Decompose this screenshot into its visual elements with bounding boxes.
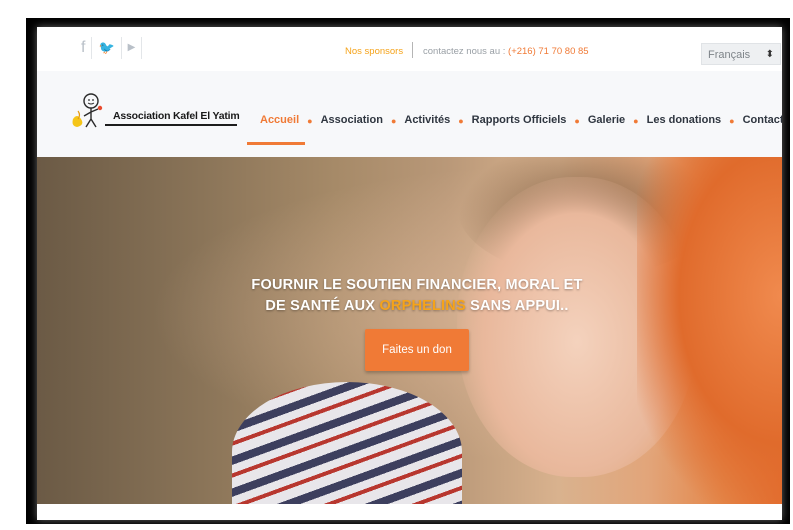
page-bottom-edge	[37, 504, 782, 520]
bullet-icon: ●	[307, 116, 313, 126]
bullet-icon: ●	[574, 116, 580, 126]
language-select[interactable]: Français ⬍	[701, 43, 781, 65]
nav-item-association[interactable]: Association	[321, 114, 383, 126]
child-logo-icon	[72, 93, 103, 128]
hero-line-2-suffix: SANS APPUI..	[465, 298, 569, 314]
bullet-icon: ●	[390, 116, 397, 126]
bullet-icon: ●	[633, 116, 639, 126]
screenshot-frame: f 🐦 ▶ Nos sponsors contactez nous au : (…	[26, 18, 790, 524]
hero-line-2-prefix: DE SANTÉ AUX	[265, 298, 380, 314]
divider	[412, 42, 413, 58]
chevron-updown-icon: ⬍	[765, 49, 774, 60]
social-links: f 🐦 ▶	[75, 37, 143, 59]
hero-line-1: FOURNIR LE SOUTIEN FINANCIER, MORAL ET	[251, 277, 583, 293]
logo-underline	[105, 124, 237, 126]
sponsors-link[interactable]: Nos sponsors	[345, 46, 403, 57]
active-nav-indicator	[247, 142, 305, 145]
language-value: Français	[708, 49, 751, 61]
brand-name: Association Kafel El Yatim	[113, 110, 240, 122]
contact-info: contactez nous au : (+216) 71 70 80 85	[423, 46, 589, 57]
hero-image-arm	[637, 157, 782, 504]
contact-phone[interactable]: (+216) 71 70 80 85	[508, 46, 589, 57]
nav-item-rapports[interactable]: Rapports Officiels	[472, 114, 567, 126]
donate-button[interactable]: Faites un don	[365, 329, 469, 371]
hero-highlight: ORPHELINS	[379, 298, 466, 314]
nav-item-donations[interactable]: Les donations	[647, 114, 722, 126]
hero-line-2: DE SANTÉ AUX ORPHELINS SANS APPUI..	[227, 296, 607, 317]
nav-item-accueil[interactable]: Accueil	[260, 114, 299, 126]
hero-headline: FOURNIR LE SOUTIEN FINANCIER, MORAL ET D…	[227, 275, 607, 317]
bullet-icon: ●	[458, 116, 464, 126]
browser-viewport: f 🐦 ▶ Nos sponsors contactez nous au : (…	[37, 27, 782, 520]
nav-item-galerie[interactable]: Galerie	[588, 114, 625, 126]
contact-prefix: contactez nous au :	[423, 46, 509, 57]
facebook-icon[interactable]: f	[75, 37, 93, 59]
nav-item-activites[interactable]: Activités	[404, 114, 450, 126]
site-logo[interactable]: Association Kafel El Yatim	[69, 89, 240, 135]
nav-item-contact[interactable]: Contact	[743, 114, 782, 126]
hero-banner: FOURNIR LE SOUTIEN FINANCIER, MORAL ET D…	[37, 157, 782, 504]
bullet-icon: ●	[729, 116, 735, 126]
youtube-icon[interactable]: ▶	[122, 37, 143, 59]
main-navbar: Association Kafel El Yatim Accueil ● Ass…	[37, 71, 782, 157]
top-bar: f 🐦 ▶ Nos sponsors contactez nous au : (…	[37, 27, 782, 71]
nav-menu: Accueil ● Association ● Activités ● Rapp…	[260, 113, 782, 127]
twitter-icon[interactable]: 🐦	[92, 37, 122, 59]
